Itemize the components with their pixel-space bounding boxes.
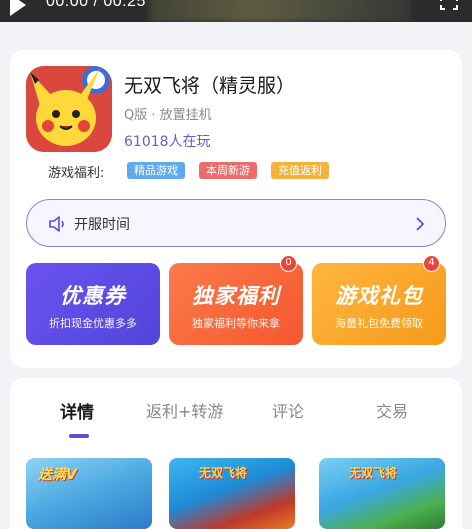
game-logo: 无双飞将 <box>349 466 398 480</box>
game-meta: Q版 · 放置挂机 <box>124 108 212 123</box>
promo-subtitle: 折扣现金优惠多多 <box>49 317 137 330</box>
tab-rebate[interactable]: 返利+转游 <box>146 398 223 422</box>
count-badge: 4 <box>423 255 440 272</box>
play-icon[interactable] <box>10 0 26 16</box>
promo-title: 游戏礼包 <box>335 284 423 308</box>
welfare-tag: 精品游戏 <box>127 162 185 179</box>
game-info-card: 无双飞将（精灵服） Q版 · 放置挂机 61018人在玩 游戏福利: 精品游戏 … <box>10 50 462 368</box>
tab-details[interactable]: 详情 <box>60 398 94 423</box>
player-count: 61018人在玩 <box>124 134 211 150</box>
game-title: 无双飞将（精灵服） <box>124 75 296 97</box>
game-screenshot[interactable]: 无双飞将 <box>169 458 295 529</box>
promo-subtitle: 海量礼包免费领取 <box>335 317 423 330</box>
server-time-row[interactable]: 开服时间 <box>26 199 446 247</box>
detail-tabs-card: 详情 返利+转游 评论 交易 送满V 无双飞将 无双飞将 <box>10 378 462 529</box>
server-time-label: 开服时间 <box>74 217 130 233</box>
promo-title: 独家福利 <box>192 284 280 308</box>
screenshot-caption: 送满V <box>38 467 77 483</box>
chevron-right-icon <box>416 217 425 231</box>
video-player-bar[interactable]: 00:00 / 00:25 <box>0 0 472 22</box>
welfare-tag: 充值返利 <box>271 162 329 179</box>
exclusive-welfare-button[interactable]: 0 独家福利 独家福利等你来拿 <box>169 255 303 345</box>
welfare-tag: 本周新游 <box>199 162 257 179</box>
video-frame <box>150 0 410 22</box>
coupon-button[interactable]: 优惠券 折扣现金优惠多多 <box>26 263 160 345</box>
tab-comments[interactable]: 评论 <box>272 398 304 422</box>
game-screenshot[interactable]: 无双飞将 <box>319 458 445 529</box>
promo-title: 优惠券 <box>60 284 126 308</box>
welfare-label: 游戏福利: <box>48 166 105 181</box>
game-icon <box>26 66 112 152</box>
tab-trade[interactable]: 交易 <box>376 398 408 422</box>
game-screenshot[interactable]: 送满V <box>26 458 152 529</box>
video-time: 00:00 / 00:25 <box>46 0 146 10</box>
speaker-icon <box>49 216 64 232</box>
promo-subtitle: 独家福利等你来拿 <box>192 317 280 330</box>
gift-pack-button[interactable]: 4 游戏礼包 海量礼包免费领取 <box>312 255 446 345</box>
fullscreen-icon[interactable] <box>440 0 458 10</box>
game-logo: 无双飞将 <box>199 466 248 480</box>
count-badge: 0 <box>280 255 297 272</box>
active-tab-indicator <box>69 434 89 438</box>
